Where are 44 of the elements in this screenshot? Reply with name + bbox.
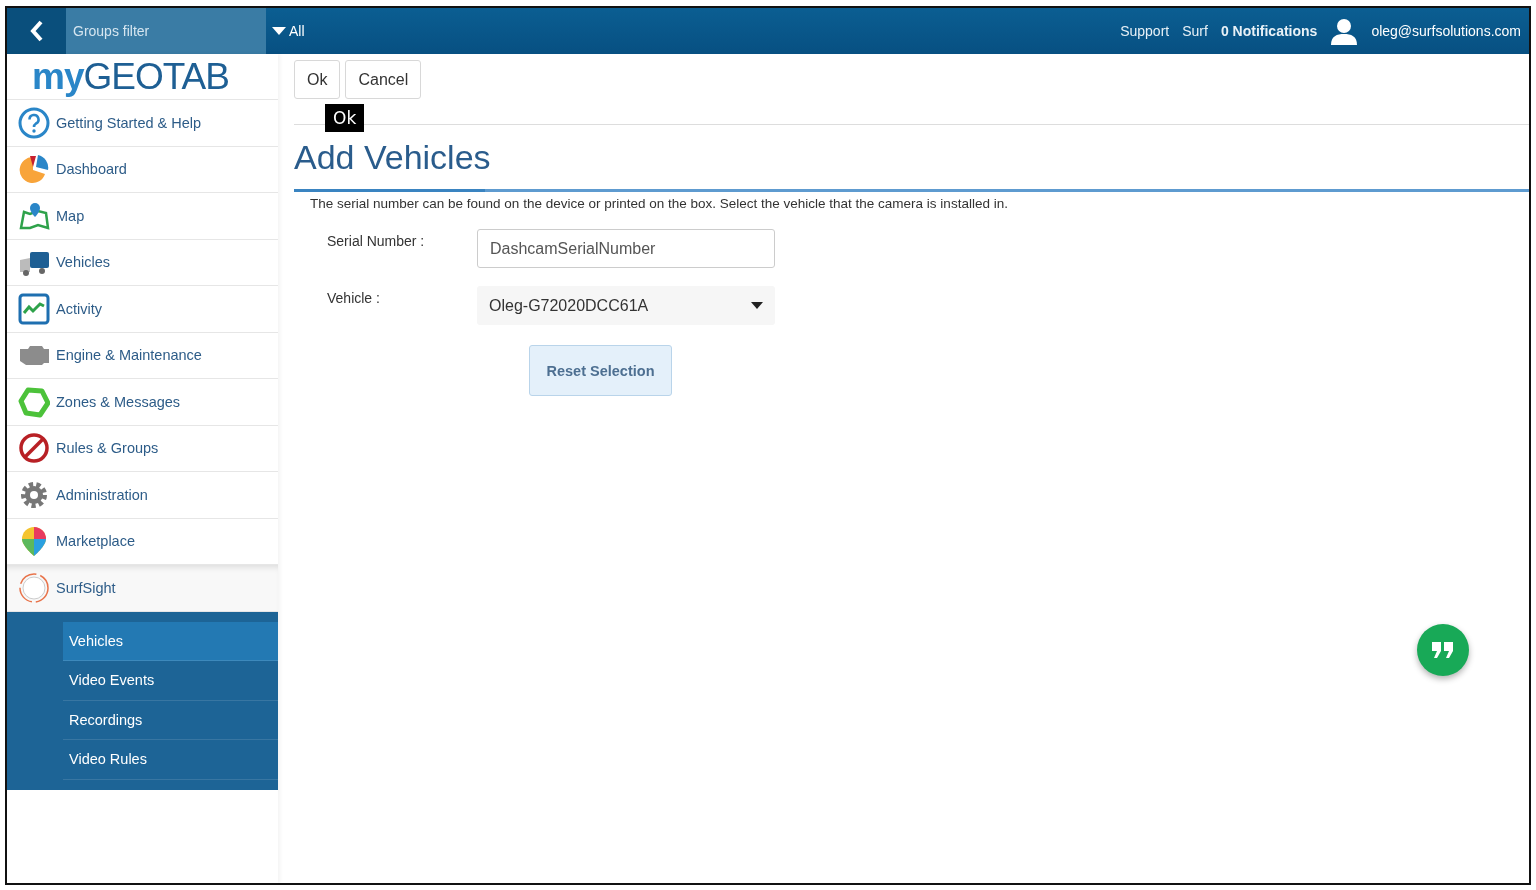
help-icon (18, 106, 50, 139)
toolbar-button[interactable]: Ok (294, 60, 341, 99)
groups-filter-dropdown[interactable]: All (266, 23, 311, 39)
sidebar-item[interactable]: Vehicles (7, 239, 278, 286)
pie-chart-icon (18, 153, 50, 186)
submenu-item[interactable]: Video Rules (63, 740, 278, 780)
sidebar-item[interactable]: Administration (7, 472, 278, 519)
chevron-left-icon (29, 20, 44, 42)
sidebar-item[interactable]: SurfSight (7, 565, 278, 612)
sidebar-item[interactable]: Dashboard (7, 146, 278, 193)
activity-icon (18, 292, 50, 325)
circle-logo-icon (18, 571, 50, 604)
submenu-item[interactable]: Video Events (63, 661, 278, 701)
reset-selection-button[interactable]: Reset Selection (529, 345, 672, 396)
caret-icon (272, 27, 286, 35)
header-link[interactable]: Support (1120, 23, 1170, 39)
field-label: Vehicle : (326, 289, 381, 306)
submenu-item[interactable]: Vehicles (63, 621, 278, 661)
toolbar-button[interactable]: Cancel (345, 60, 422, 99)
sidebar-item[interactable]: Getting Started & Help (7, 100, 278, 147)
user-email-link[interactable]: oleg@surfsolutions.com (1371, 23, 1521, 39)
submenu-item[interactable]: Recordings (63, 700, 278, 740)
sidebar-item[interactable]: Marketplace (7, 518, 278, 565)
description-text: The serial number can be found on the device or printed on the box. Select the vehicle that the camera is installed in. (310, 196, 1009, 211)
sidebar-item[interactable]: Activity (7, 286, 278, 333)
field-label: Serial Number : (326, 232, 426, 249)
sidebar-item[interactable]: Engine & Maintenance (7, 332, 278, 379)
sidebar-item[interactable]: Map (7, 193, 278, 240)
vehicle-dropdown[interactable]: Oleg-G72020DCC61A (477, 286, 775, 325)
feedback-button[interactable] (1417, 624, 1469, 676)
tooltip: Ok (325, 104, 365, 132)
user-icon (1330, 17, 1359, 45)
header-link[interactable]: Surf (1182, 23, 1208, 39)
page-title: Add Vehicles (294, 138, 492, 177)
sidebar-item[interactable]: Rules & Groups (7, 425, 278, 472)
serial-number-field[interactable]: DashcamSerialNumber (477, 229, 775, 268)
back-button[interactable] (7, 8, 66, 54)
quote-icon (1431, 641, 1455, 659)
groups-filter-label: Groups filter (66, 8, 266, 54)
header-link[interactable]: 0 Notifications (1220, 23, 1318, 39)
sidebar-item[interactable]: Zones & Messages (7, 379, 278, 426)
polygon-icon (18, 385, 50, 418)
caret-icon (751, 302, 763, 309)
prohibited-icon (18, 432, 50, 465)
